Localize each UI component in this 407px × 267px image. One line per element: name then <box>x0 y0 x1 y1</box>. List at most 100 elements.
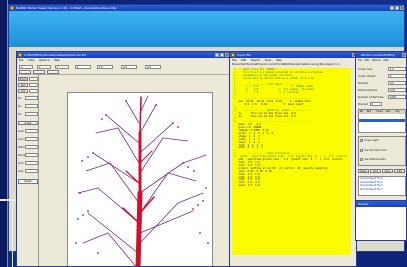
toolbar-field[interactable]: 0.0 <box>121 65 137 69</box>
model-viewer-window: C:\MAP\MTG\AllocationResults\tree-01.txt… <box>16 51 230 267</box>
app-icon <box>10 6 14 10</box>
left-frame-line <box>12 199 13 267</box>
toolbar-field[interactable]: 2 <box>37 65 51 69</box>
particle-window-titlebar[interactable]: Particle Crowd Plotting <box>356 52 406 58</box>
table-header-cell: Part <box>366 110 372 113</box>
table-header-row: No Part Count Sum Avg <box>359 110 405 114</box>
crown-height-field[interactable]: 0 <box>388 74 406 78</box>
particle-window: Particle Crowd Plotting File Edit Option… <box>355 51 407 241</box>
menu-item[interactable]: File <box>358 59 362 62</box>
left-frame-line <box>0 199 16 201</box>
toolbar-field[interactable]: Y <box>55 65 69 69</box>
table-header-cell: No <box>360 110 363 113</box>
bracket-field[interactable]: 1 <box>370 102 382 106</box>
panel-label: Rx <box>18 97 22 100</box>
checkbox-label: Crown height <box>364 139 379 142</box>
code-editor[interactable]: c Input File for REMAP c this file is a s… <box>232 68 351 255</box>
table-header-cell: Sum <box>385 110 391 113</box>
menu-item[interactable]: View <box>265 59 271 62</box>
panel-button-zoom[interactable]: Zoom <box>18 77 28 81</box>
menu-item[interactable]: File <box>19 59 23 62</box>
checkbox-label: Use Additional Data <box>364 158 386 161</box>
panel-field[interactable] <box>25 161 38 165</box>
status-list: Allocate Result File 1 Allocate Result F… <box>358 176 406 196</box>
particle-radius-field[interactable]: 0.01 <box>388 88 406 92</box>
menu-item[interactable]: View <box>28 59 34 62</box>
menu-item[interactable]: Search <box>251 59 260 62</box>
toolbar-field[interactable]: 2 <box>75 65 91 69</box>
model-window-title: C:\MAP\MTG\AllocationResults\tree-01.txt <box>24 53 86 57</box>
toolbar-button[interactable] <box>47 70 59 74</box>
model-control-panel: Zoom Rot Tilt Rx Ry Rz Scale Leaf Color … <box>17 75 39 266</box>
editor-message: Ensure that the Growth Input is correct … <box>232 63 341 66</box>
panel-field[interactable] <box>25 129 38 133</box>
tree-canvas[interactable] <box>67 92 213 266</box>
panel-button-rot[interactable]: Rot <box>18 83 28 87</box>
table-row-selected[interactable] <box>359 119 405 122</box>
output-window-title: Output <box>358 202 369 206</box>
panel-field[interactable] <box>25 112 38 116</box>
particle-count-field[interactable]: 1000 <box>388 95 406 99</box>
particle-menu-bar: File Edit Options Help <box>356 58 406 63</box>
panel-button-reset[interactable]: Reset <box>18 179 38 184</box>
toolbar-field[interactable]: 1.0 <box>97 65 113 69</box>
toolbar-field[interactable]: 1 <box>19 65 33 69</box>
panel-field[interactable] <box>25 169 38 173</box>
maximize-icon[interactable] <box>220 53 224 57</box>
field-label: Crown Size <box>358 68 373 71</box>
save-button[interactable]: Save <box>382 169 393 173</box>
toolbar-button[interactable] <box>33 70 45 74</box>
menu-item[interactable]: Edit <box>365 59 369 62</box>
toolbar-field[interactable]: 0.0 <box>145 65 161 69</box>
left-frame <box>0 0 8 267</box>
read-button[interactable]: Read <box>358 169 369 173</box>
menu-item[interactable]: Help <box>276 59 282 62</box>
panel-label: Ry <box>18 105 22 108</box>
tree-model-render <box>75 95 209 266</box>
maximize-icon[interactable] <box>395 6 399 10</box>
close-icon[interactable] <box>400 6 404 10</box>
toolbar-button[interactable] <box>19 70 31 74</box>
panel-label: Grid <box>18 162 24 165</box>
checkbox[interactable] <box>360 158 363 161</box>
panel-field[interactable] <box>29 77 38 81</box>
checkbox[interactable] <box>360 139 363 142</box>
output-window: Output <box>356 200 406 240</box>
model-window-titlebar[interactable]: C:\MAP\MTG\AllocationResults\tree-01.txt <box>17 52 229 58</box>
panel-field[interactable] <box>25 137 38 141</box>
menu-item[interactable]: Help <box>54 59 60 62</box>
panel-field[interactable] <box>25 153 38 157</box>
panel-label: Stem <box>18 146 25 149</box>
menu-item[interactable]: Help <box>383 59 388 62</box>
plot-button[interactable]: Plot <box>370 169 381 173</box>
output-window-titlebar[interactable]: Output <box>356 201 406 207</box>
code-line[interactable]: seed 1.0 5.0 <box>234 184 351 188</box>
particle-table[interactable]: No Part Count Sum Avg <box>358 109 406 133</box>
editor-window-title: Input File <box>237 53 251 57</box>
editor-icon <box>231 53 235 57</box>
menu-item[interactable]: Options <box>372 59 381 62</box>
panel-field[interactable] <box>25 96 38 100</box>
minimize-icon[interactable] <box>390 6 394 10</box>
panel-field[interactable] <box>29 83 38 87</box>
panel-field[interactable] <box>29 89 38 93</box>
menu-item[interactable]: Options <box>39 59 49 62</box>
menu-item[interactable]: File <box>232 59 236 62</box>
model-toolbar: 1 2 Y 2 1.0 0.0 0.0 <box>17 63 229 75</box>
table-header-cell: Avg <box>395 110 400 113</box>
exit-button[interactable]: Exit <box>394 169 405 173</box>
panel-button-tilt[interactable]: Tilt <box>18 89 28 93</box>
panel-field[interactable] <box>25 104 38 108</box>
crown-size-field[interactable]: 1.0 <box>388 67 406 71</box>
menu-item[interactable]: Edit <box>241 59 246 62</box>
number-field[interactable]: 0.0 <box>388 81 406 85</box>
viewer-icon <box>18 53 22 57</box>
checkbox-label: Use Only Stem Color <box>364 149 387 152</box>
minimize-icon[interactable] <box>215 53 219 57</box>
checkbox[interactable] <box>360 149 363 152</box>
editor-window-titlebar[interactable]: Input File <box>230 52 356 58</box>
panel-button-scale[interactable]: Scale <box>18 121 38 125</box>
close-icon[interactable] <box>402 53 406 57</box>
desktop: ReMAP Model Viewer Version 1.30 - C:\MAP… <box>0 0 407 267</box>
panel-field[interactable] <box>25 145 38 149</box>
